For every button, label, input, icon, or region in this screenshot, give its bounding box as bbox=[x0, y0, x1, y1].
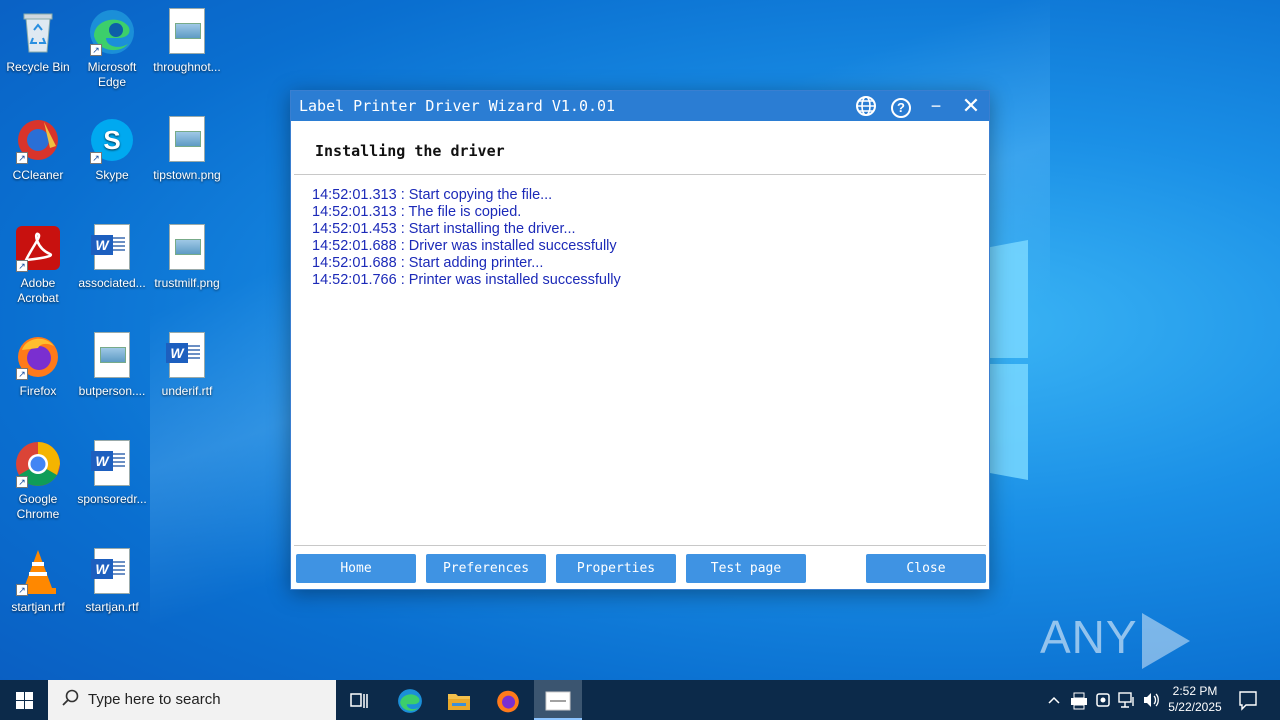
desktop-icon-label: tipstown.png bbox=[153, 168, 221, 182]
wizard-header: Installing the driver bbox=[294, 121, 986, 175]
watermark-text-left: ANY bbox=[1040, 611, 1138, 663]
firefox-taskbar-icon[interactable] bbox=[484, 680, 532, 720]
vlc-icon: ↗ bbox=[14, 548, 62, 596]
taskbar: Type here to search 2:52 PM 5/22/2025 bbox=[0, 680, 1280, 720]
desktop-icon-underif[interactable]: W underif.rtf bbox=[149, 332, 225, 399]
taskbar-search-box[interactable]: Type here to search bbox=[48, 680, 336, 720]
desktop-icon-vlc[interactable]: ↗ startjan.rtf bbox=[0, 548, 76, 615]
desktop-icon-label: startjan.rtf bbox=[85, 600, 139, 614]
volume-icon[interactable] bbox=[1142, 680, 1160, 720]
log-line: 14:52:01.766 : Printer was installed suc… bbox=[312, 272, 621, 288]
language-globe-icon[interactable] bbox=[854, 95, 878, 117]
minimize-button[interactable]: − bbox=[924, 95, 948, 117]
desktop-icon-associated[interactable]: W associated... bbox=[74, 224, 150, 291]
windows-logo-icon bbox=[16, 692, 24, 700]
edge-taskbar-icon[interactable] bbox=[386, 680, 434, 720]
desktop-icon-skype[interactable]: S ↗ Skype bbox=[74, 116, 150, 183]
search-icon bbox=[62, 689, 80, 712]
chrome-icon: ↗ bbox=[14, 440, 62, 488]
desktop-icon-label: Microsoft Edge bbox=[87, 60, 137, 89]
properties-button[interactable]: Properties bbox=[556, 554, 676, 583]
desktop-icon-label: Google Chrome bbox=[16, 492, 60, 521]
driver-wizard-window[interactable]: Label Printer Driver Wizard V1.0.01 ? − … bbox=[290, 90, 990, 590]
desktop-icon-startjan[interactable]: W startjan.rtf startjan.rtf bbox=[74, 548, 150, 615]
image-file-icon bbox=[163, 224, 211, 272]
window-title: Label Printer Driver Wizard V1.0.01 bbox=[299, 97, 616, 115]
log-line: 14:52:01.688 : Start adding printer... bbox=[312, 255, 544, 271]
recycle-bin-icon bbox=[14, 8, 62, 56]
desktop-icon-label: Recycle Bin bbox=[6, 60, 70, 74]
task-view-icon[interactable] bbox=[336, 680, 384, 720]
desktop-icon-firefox[interactable]: ↗ Firefox bbox=[0, 332, 76, 399]
desktop-icon-label: CCleaner bbox=[12, 168, 64, 182]
home-button[interactable]: Home bbox=[296, 554, 416, 583]
printer-tray-icon[interactable] bbox=[1070, 680, 1088, 720]
word-file-icon: W bbox=[88, 440, 136, 488]
clock-date: 5/22/2025 bbox=[1168, 700, 1222, 714]
close-window-button[interactable]: ✕ bbox=[959, 95, 983, 117]
edge-icon: ↗ bbox=[88, 8, 136, 56]
preferences-button[interactable]: Preferences bbox=[426, 554, 546, 583]
log-line: 14:52:01.313 : The file is copied. bbox=[312, 204, 522, 220]
desktop-icon-label: startjan.rtf bbox=[11, 600, 65, 614]
wallpaper-windows-logo bbox=[990, 240, 1030, 480]
log-line: 14:52:01.688 : Driver was installed succ… bbox=[312, 238, 617, 254]
desktop-icon-label: butperson.... bbox=[78, 384, 146, 398]
word-file-icon: W bbox=[88, 548, 136, 596]
desktop-icon-trustmilf[interactable]: trustmilf.png bbox=[149, 224, 225, 291]
wizard-step-title: Installing the driver bbox=[315, 142, 505, 160]
desktop-icon-butperson[interactable]: butperson.... bbox=[74, 332, 150, 399]
show-hidden-icons-chevron-up-icon[interactable] bbox=[1046, 680, 1062, 720]
desktop-icon-label: Skype bbox=[95, 168, 129, 182]
play-icon bbox=[1141, 612, 1190, 669]
clock-time: 2:52 PM bbox=[1172, 684, 1218, 698]
desktop-icon-recycle-bin[interactable]: Recycle Bin bbox=[0, 8, 76, 75]
system-clock[interactable]: 2:52 PM 5/22/2025 bbox=[1160, 683, 1230, 715]
install-log: 14:52:01.313 : Start copying the file...… bbox=[312, 187, 621, 289]
test-page-button[interactable]: Test page bbox=[686, 554, 806, 583]
start-button[interactable] bbox=[0, 680, 48, 720]
desktop-icon-label: underif.rtf bbox=[161, 384, 213, 398]
word-file-icon: W bbox=[163, 332, 211, 380]
svg-text:S: S bbox=[103, 125, 120, 155]
help-icon[interactable]: ? bbox=[889, 95, 913, 118]
image-file-icon bbox=[88, 332, 136, 380]
search-placeholder: Type here to search bbox=[88, 691, 221, 708]
image-file-icon bbox=[163, 8, 211, 56]
log-line: 14:52:01.313 : Start copying the file... bbox=[312, 187, 553, 203]
file-explorer-icon[interactable] bbox=[435, 680, 483, 720]
close-button[interactable]: Close bbox=[866, 554, 986, 583]
log-line: 14:52:01.453 : Start installing the driv… bbox=[312, 221, 576, 237]
desktop-icon-throughnot[interactable]: throughnot... bbox=[149, 8, 225, 75]
word-file-icon: W bbox=[88, 224, 136, 272]
desktop-icon-google-chrome[interactable]: ↗ Google Chrome bbox=[0, 440, 76, 522]
notifications-icon[interactable] bbox=[1238, 680, 1258, 720]
desktop-icon-adobe-acrobat[interactable]: ↗ Adobe Acrobat bbox=[0, 224, 76, 306]
firefox-icon: ↗ bbox=[14, 332, 62, 380]
desktop-icon-label: Adobe Acrobat bbox=[17, 276, 59, 305]
printer-wizard-taskbar-icon[interactable] bbox=[534, 680, 582, 720]
skype-icon: S ↗ bbox=[88, 116, 136, 164]
desktop-icon-label: Firefox bbox=[19, 384, 57, 398]
wizard-footer: Home Preferences Properties Test page Cl… bbox=[294, 545, 986, 591]
network-icon[interactable] bbox=[1118, 680, 1136, 720]
desktop-icon-ccleaner[interactable]: ↗ CCleaner bbox=[0, 116, 76, 183]
desktop-icon-label: trustmilf.png bbox=[154, 276, 220, 290]
acrobat-icon: ↗ bbox=[14, 224, 62, 272]
desktop-icon-sponsoredr[interactable]: W sponsoredr... bbox=[74, 440, 150, 507]
desktop-icon-label: associated... bbox=[78, 276, 146, 290]
desktop-icon-label: throughnot... bbox=[153, 60, 221, 74]
desktop-icon-label: sponsoredr... bbox=[77, 492, 147, 506]
ccleaner-icon: ↗ bbox=[14, 116, 62, 164]
title-bar[interactable]: Label Printer Driver Wizard V1.0.01 ? − … bbox=[291, 91, 989, 121]
desktop-icon-tipstown[interactable]: tipstown.png bbox=[149, 116, 225, 183]
desktop-icon-microsoft-edge[interactable]: ↗ Microsoft Edge bbox=[74, 8, 150, 90]
usb-device-tray-icon[interactable] bbox=[1094, 680, 1112, 720]
image-file-icon bbox=[163, 116, 211, 164]
